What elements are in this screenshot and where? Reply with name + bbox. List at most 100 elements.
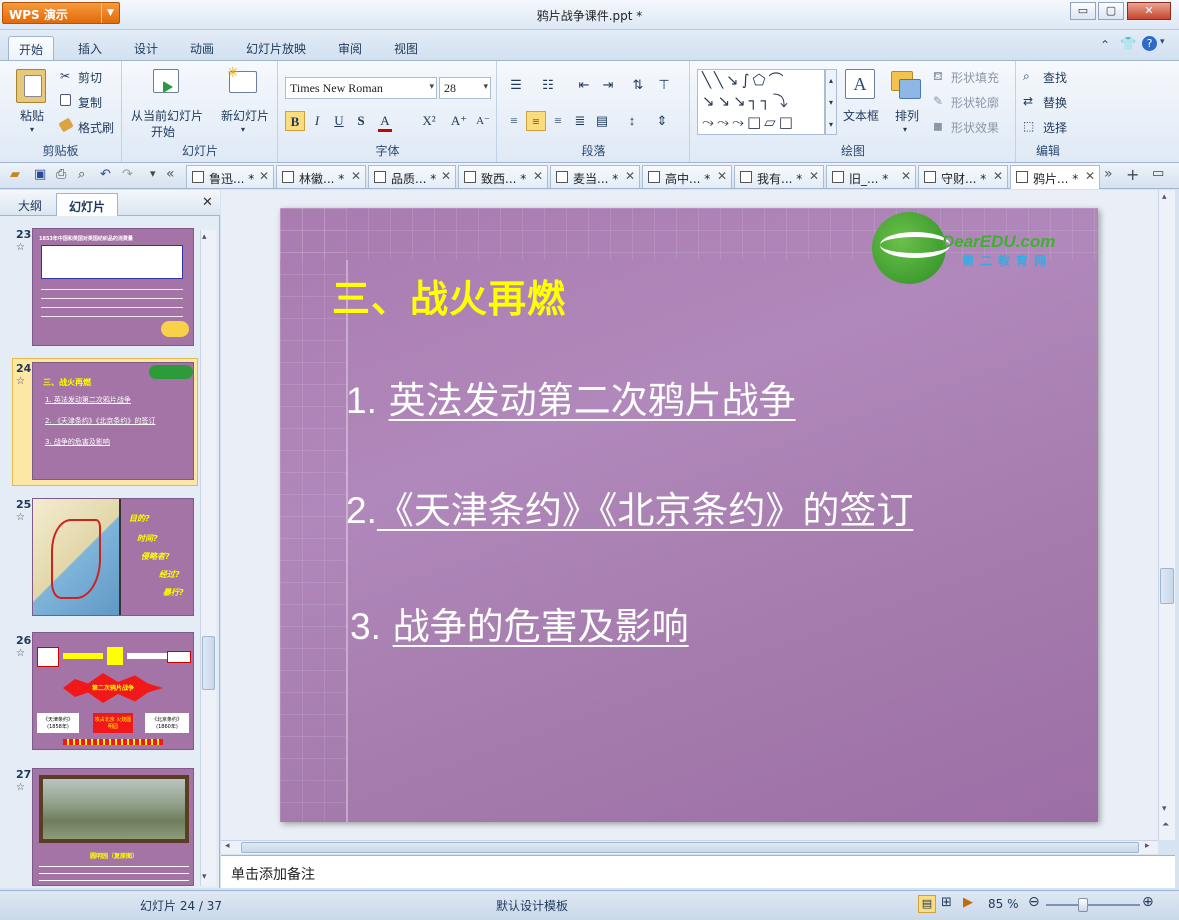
close-icon[interactable]: ✕ [351,169,361,183]
scroll-down-icon[interactable]: ▾ [202,872,207,882]
help-icon[interactable]: ? [1142,36,1157,51]
doc-tab[interactable]: 守财... * ✕ [918,165,1008,188]
slide-bullet-1[interactable]: 1. 英法发动第二次鸦片战争 [346,370,796,424]
grow-font-icon[interactable]: A⁺ [449,111,469,131]
undo-icon[interactable]: ↶ [100,167,111,182]
editor-vertical-scrollbar[interactable]: ▴ ▾ ⏶ [1158,190,1175,840]
find-button[interactable]: 查找 [1043,69,1067,86]
scroll-thumb[interactable] [202,636,215,690]
close-icon[interactable]: ✕ [625,169,635,183]
slide-title[interactable]: 三、战火再燃 [332,268,566,323]
superscript-icon[interactable]: X² [419,111,439,131]
doc-tab-active[interactable]: 鸦片... * ✕ [1010,165,1100,189]
close-icon[interactable]: ✕ [533,169,543,183]
tab-slideshow[interactable]: 幻灯片放映 [236,36,316,60]
tab-view[interactable]: 视图 [384,36,428,60]
tabs-scroll-right-icon[interactable]: » [1104,166,1113,182]
close-icon[interactable]: ✕ [809,169,819,183]
paste-button[interactable]: 粘贴 [20,107,44,124]
scroll-right-icon[interactable]: ▸ [1145,841,1150,851]
slides-pane-scrollbar[interactable]: ▴ ▾ [200,230,216,886]
shapes-gallery-scroll[interactable]: ▴ ▾ ▾ [825,69,837,135]
doc-tab[interactable]: 品质... * ✕ [368,165,456,188]
print-icon[interactable]: ⎙ [56,167,66,182]
line-spacing-icon[interactable]: ↕ [622,111,642,131]
editor-horizontal-scrollbar[interactable]: ◂ ▸ [221,840,1158,854]
print-preview-icon[interactable]: ⌕ [78,167,85,182]
increase-indent-icon[interactable]: ⇥ [598,75,618,95]
underline-button[interactable]: U [329,111,349,131]
doc-tab[interactable]: 高中... * ✕ [642,165,732,188]
shapes-gallery[interactable]: ╲╲↘∫⬠⌒ ↘↘↘┐┐⤵ ⤳⤳⤳□▱□ [697,69,825,135]
zoom-in-icon[interactable]: ⊕ [1142,894,1154,910]
tab-home[interactable]: 开始 [8,36,55,60]
chevron-down-icon[interactable]: ▾ [30,125,34,134]
tab-slides[interactable]: 幻灯片 [56,193,119,216]
scroll-thumb[interactable] [1160,568,1174,604]
scroll-up-icon[interactable]: ▴ [1162,192,1167,202]
numbering-icon[interactable]: ☷ [538,75,558,95]
slide-canvas[interactable]: DearEDU.com 第二教育网 三、战火再燃 1. 英法发动第二次鸦片战争 … [280,208,1098,822]
ribbon-collapse-icon[interactable]: ⌃ [1100,38,1110,52]
arrange-button[interactable]: 排列 [895,107,919,124]
redo-icon[interactable]: ↷ [122,167,133,182]
save-icon[interactable]: ▣ [34,167,46,182]
italic-button[interactable]: I [307,111,327,131]
previous-slide-icon[interactable]: ⏶ [1162,820,1169,830]
new-tab-icon[interactable]: + [1126,165,1139,184]
close-icon[interactable]: ✕ [1085,169,1095,183]
font-size-combo[interactable]: 28 ▾ [439,77,491,99]
shape-outline-button[interactable]: 形状轮廓 [951,94,999,111]
tab-design[interactable]: 设计 [124,36,168,60]
align-text-icon[interactable]: ⊤ [654,75,674,95]
chevron-down-icon[interactable]: ▾ [1160,37,1165,47]
slide-sorter-icon[interactable]: ⊞ [941,895,952,910]
slide-thumbnail-25[interactable]: 目的? 时间? 侵略者? 经过? 暴行? [32,498,194,616]
slide-bullet-3[interactable]: 3. 战争的危害及影响 [350,596,689,650]
doc-tab[interactable]: 鲁迅... * ✕ [186,165,274,188]
normal-view-icon[interactable]: ▤ [918,895,936,913]
doc-tab[interactable]: 我有... * ✕ [734,165,824,188]
bold-button[interactable]: B [285,111,305,131]
tab-animation[interactable]: 动画 [180,36,224,60]
shape-effects-button[interactable]: 形状效果 [951,119,999,136]
justify-icon[interactable]: ≣ [570,111,590,131]
replace-button[interactable]: 替换 [1043,94,1067,111]
font-color-icon[interactable]: A [375,111,395,131]
align-left-icon[interactable]: ≡ [504,111,524,131]
tab-list-icon[interactable]: ▭ [1152,166,1164,181]
play-from-current-button-line2[interactable]: 开始 [151,123,175,140]
slide-thumbnail-24[interactable]: 三、战火再燃 1. 英法发动第二次鸦片战争 2. 《天津条约》《北京条约》的签订… [32,362,194,480]
customize-toolbar-icon[interactable]: ▾ [150,167,156,180]
shape-fill-button[interactable]: 形状填充 [951,69,999,86]
shrink-font-icon[interactable]: A⁻ [473,111,493,131]
close-icon[interactable]: ✕ [441,169,451,183]
close-icon[interactable]: ✕ [259,169,269,183]
doc-tab[interactable]: 麦当... * ✕ [550,165,640,188]
align-right-icon[interactable]: ≡ [548,111,568,131]
chevron-down-icon[interactable]: ▾ [241,125,245,134]
align-center-icon[interactable]: ≡ [526,111,546,131]
select-button[interactable]: 选择 [1043,119,1067,136]
minimize-button[interactable]: ▭ [1070,2,1096,20]
tabs-scroll-left-icon[interactable]: « [166,166,175,182]
tab-outline[interactable]: 大纲 [6,193,54,216]
bullets-icon[interactable]: ☰ [506,75,526,95]
scroll-down-icon[interactable]: ▾ [1162,804,1167,814]
distribute-icon[interactable]: ▤ [592,111,612,131]
doc-tab[interactable]: 旧_... * ✕ [826,165,916,188]
scroll-left-icon[interactable]: ◂ [225,841,230,851]
decrease-indent-icon[interactable]: ⇤ [574,75,594,95]
slide-thumbnail-26[interactable]: 第二次鸦片战争 《天津条约》(1858年) 攻占北京 火烧圆明园 《北京条约》(… [32,632,194,750]
slide-thumbnail-27[interactable]: 圆明园（复原图） [32,768,194,886]
slideshow-icon[interactable]: ▶ [963,895,973,910]
tab-insert[interactable]: 插入 [68,36,112,60]
skin-icon[interactable]: 👕 [1120,37,1136,52]
close-icon[interactable]: ✕ [993,169,1003,183]
new-slide-button[interactable]: 新幻灯片 [221,107,269,124]
slide-thumbnail-23[interactable]: 1853年中国和英国对英国纺织品的消费量 [32,228,194,346]
maximize-button[interactable]: ▢ [1098,2,1124,20]
close-icon[interactable]: ✕ [717,169,727,183]
scroll-thumb[interactable] [241,842,1139,853]
close-icon[interactable]: ✕ [901,169,911,183]
